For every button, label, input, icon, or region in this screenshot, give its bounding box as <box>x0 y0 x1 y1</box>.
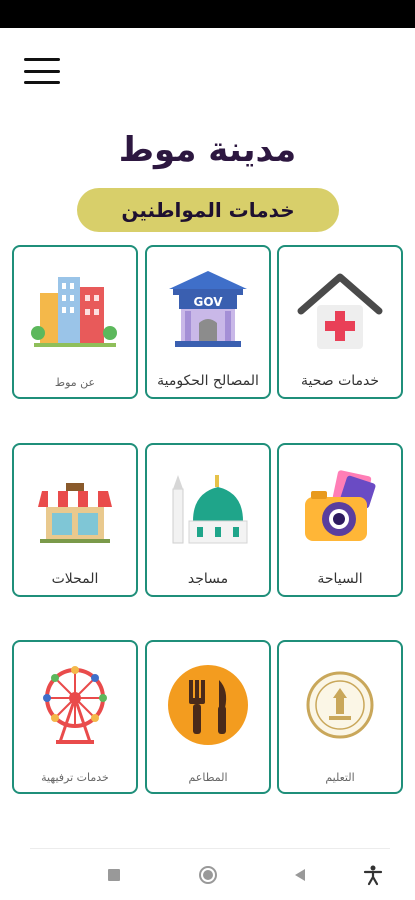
mosque-icon <box>172 475 248 544</box>
service-label: السياحة <box>317 571 363 587</box>
triangle-back-icon[interactable] <box>287 862 313 888</box>
circle-home-icon[interactable] <box>195 862 221 888</box>
service-card-about[interactable]: عن موط <box>12 245 138 399</box>
service-label: التعليم <box>325 771 355 784</box>
camera-photos-icon <box>305 470 376 541</box>
gov-icon-text: GOV <box>193 295 223 309</box>
service-card-restaurants[interactable]: المطاعم <box>145 640 271 794</box>
service-label: خدمات ترفيهية <box>41 771 109 784</box>
hamburger-menu-icon[interactable] <box>24 58 60 84</box>
government-building-icon: GOV <box>169 271 247 347</box>
ferris-wheel-icon <box>43 666 107 744</box>
education-seal-icon <box>306 671 374 739</box>
subtitle-badge: خدمات المواطنين <box>77 188 339 232</box>
service-label: خدمات صحية <box>300 373 380 389</box>
status-bar <box>0 0 415 28</box>
service-label: عن موط <box>54 376 96 389</box>
service-card-mosques[interactable]: مساجد <box>145 443 271 597</box>
service-label: المطاعم <box>188 771 228 784</box>
city-buildings-icon <box>31 277 117 347</box>
health-house-icon <box>297 273 383 349</box>
nav-divider <box>30 848 390 849</box>
restaurant-fork-knife-icon <box>168 665 248 745</box>
accessibility-person-icon[interactable] <box>360 862 386 888</box>
service-card-shops[interactable]: المحلات <box>12 443 138 597</box>
service-card-health[interactable]: خدمات صحية <box>277 245 403 399</box>
service-card-education[interactable]: التعليم <box>277 640 403 794</box>
service-label: المصالح الحكومية <box>157 373 259 389</box>
service-label: المحلات <box>51 571 99 587</box>
shop-icon <box>38 483 112 543</box>
page-title: مدينة موط <box>118 130 297 170</box>
service-card-entertainment[interactable]: خدمات ترفيهية <box>12 640 138 794</box>
service-card-tourism[interactable]: السياحة <box>277 443 403 597</box>
service-card-government[interactable]: GOV المصالح الحكومية <box>145 245 271 399</box>
square-recents-icon[interactable] <box>101 862 127 888</box>
service-label: مساجد <box>187 571 229 587</box>
